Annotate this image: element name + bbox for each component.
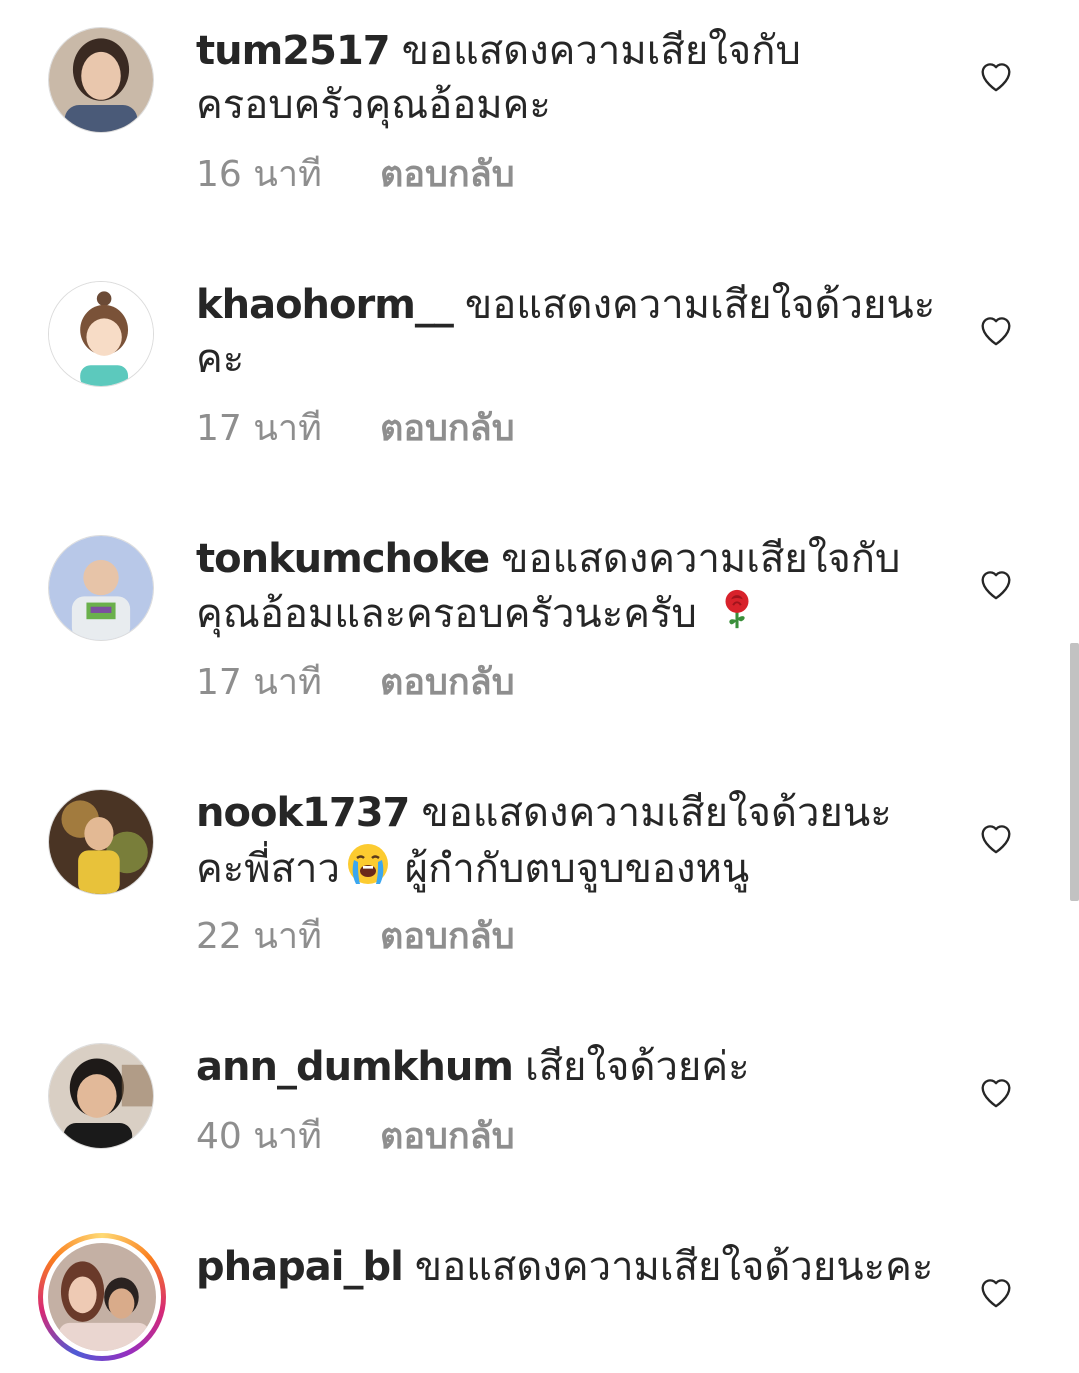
- reply-button[interactable]: ตอบกลับ: [380, 1116, 515, 1157]
- comment-timestamp: 17 นาที: [196, 662, 322, 703]
- avatar[interactable]: [48, 535, 154, 641]
- comment-username[interactable]: khaohorm__: [196, 282, 454, 328]
- comment-username[interactable]: ann_dumkhum: [196, 1044, 514, 1090]
- heart-outline-icon[interactable]: [976, 310, 1016, 350]
- comment-username[interactable]: nook1737: [196, 790, 410, 836]
- rose-emoji-icon: [714, 586, 760, 646]
- avatar[interactable]: [48, 789, 154, 895]
- reply-button[interactable]: ตอบกลับ: [380, 662, 515, 703]
- reply-button[interactable]: ตอบกลับ: [380, 916, 515, 957]
- comment-username[interactable]: tonkumchoke: [196, 536, 490, 582]
- avatar[interactable]: [48, 1043, 154, 1149]
- loudly-crying-face-emoji-icon: [344, 840, 392, 902]
- heart-outline-icon[interactable]: [976, 1072, 1016, 1112]
- comment-text: ขอแสดงความเสียใจด้วยนะคะ: [414, 1244, 934, 1290]
- comment-timestamp: 22 นาที: [196, 916, 322, 957]
- comment-username[interactable]: phapai_bl: [196, 1244, 404, 1290]
- heart-outline-icon[interactable]: [976, 818, 1016, 858]
- comment-timestamp: 17 นาที: [196, 408, 322, 449]
- avatar[interactable]: [48, 281, 154, 387]
- story-avatar[interactable]: [38, 1233, 166, 1361]
- comment-text: ผู้กำกับตบจูบของหนู: [391, 846, 750, 892]
- comment-timestamp: 16 นาที: [196, 154, 322, 195]
- comment-timestamp: 40 นาที: [196, 1116, 322, 1157]
- heart-outline-icon[interactable]: [976, 564, 1016, 604]
- heart-outline-icon[interactable]: [976, 1272, 1016, 1312]
- comment-text: เสียใจด้วยค่ะ: [524, 1044, 750, 1090]
- avatar[interactable]: [48, 27, 154, 133]
- scrollbar-thumb[interactable]: [1070, 643, 1079, 901]
- reply-button[interactable]: ตอบกลับ: [380, 408, 515, 449]
- heart-outline-icon[interactable]: [976, 56, 1016, 96]
- comment-username[interactable]: tum2517: [196, 28, 391, 74]
- reply-button[interactable]: ตอบกลับ: [380, 154, 515, 195]
